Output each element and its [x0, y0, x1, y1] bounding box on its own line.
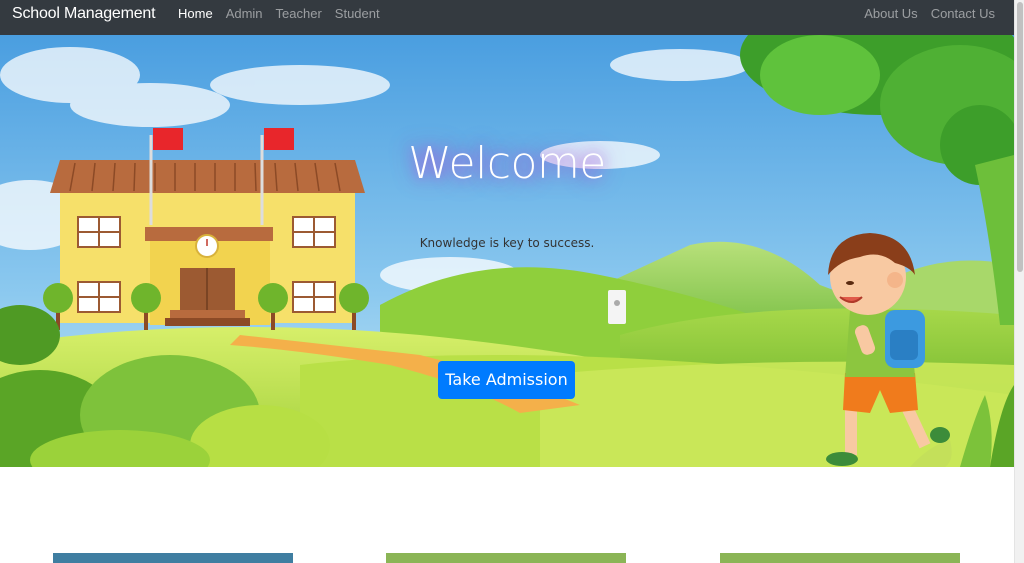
page-scrollbar[interactable]	[1014, 0, 1024, 563]
feature-card-1[interactable]	[53, 553, 293, 563]
nav-link-student[interactable]: Student	[335, 6, 380, 22]
nav-link-home[interactable]: Home	[178, 6, 213, 22]
hero-tagline: Knowledge is key to success.	[419, 236, 595, 250]
nav-link-teacher[interactable]: Teacher	[276, 6, 322, 22]
feature-card-3[interactable]	[720, 553, 960, 563]
nav-link-about-us[interactable]: About Us	[864, 6, 917, 22]
nav-left-group: Home Admin Teacher Student	[178, 6, 380, 22]
hero-title: Welcome	[408, 138, 606, 189]
scrollbar-thumb[interactable]	[1017, 2, 1023, 272]
hero-banner: Welcome Knowledge is key to success. Tak…	[0, 35, 1014, 467]
nav-link-admin[interactable]: Admin	[226, 6, 263, 22]
take-admission-button[interactable]: Take Admission	[438, 361, 575, 399]
hero-illustration	[0, 35, 1014, 467]
nav-right-group: About Us Contact Us	[864, 6, 995, 22]
navbar: School Management Home Admin Teacher Stu…	[0, 0, 1014, 35]
nav-link-contact-us[interactable]: Contact Us	[931, 6, 995, 22]
feature-card-2[interactable]	[386, 553, 626, 563]
brand-logo-text[interactable]: School Management	[12, 4, 156, 24]
